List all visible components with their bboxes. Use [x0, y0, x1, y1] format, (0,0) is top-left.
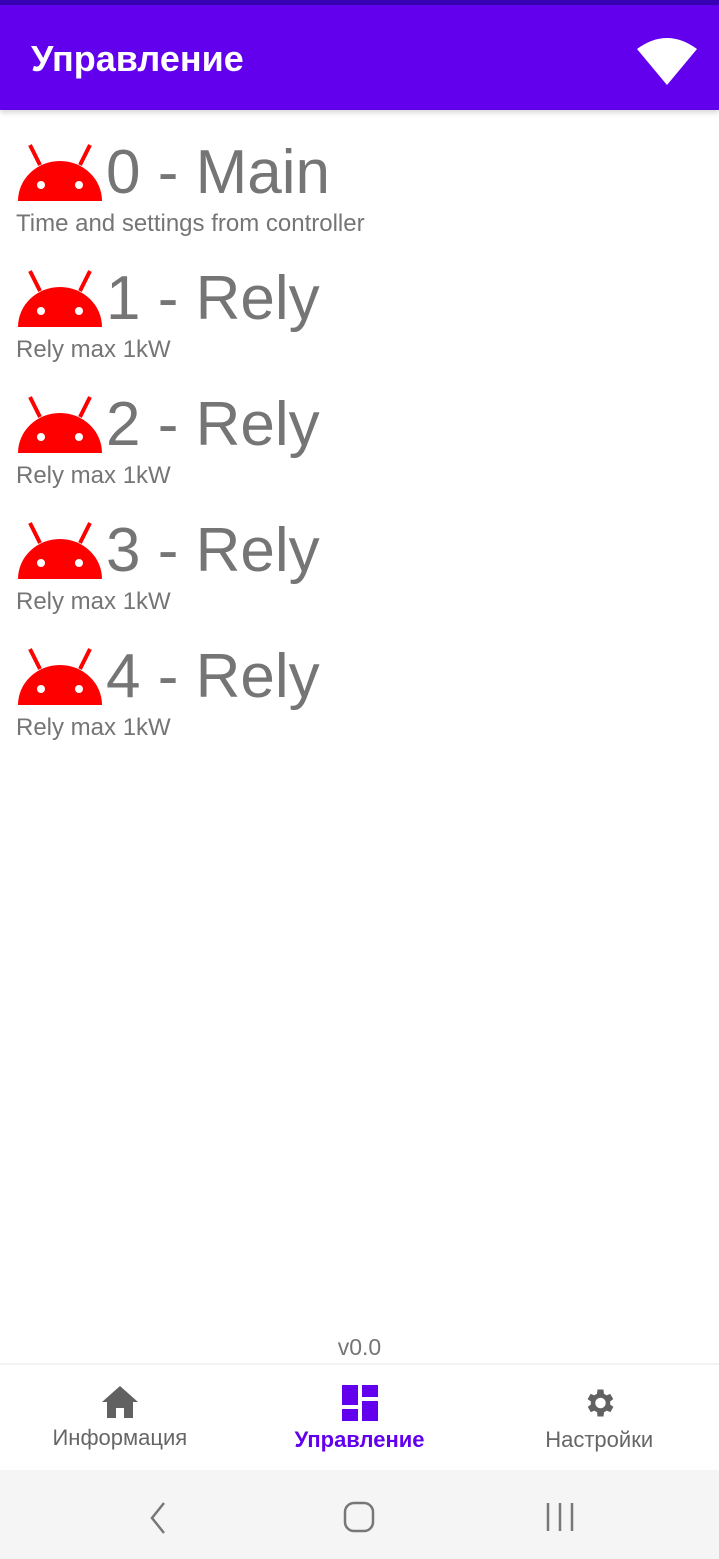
- list-item[interactable]: 3 - Rely Rely max 1kW: [16, 516, 706, 616]
- android-icon: [18, 522, 102, 579]
- app-bar: Управление: [0, 5, 719, 110]
- wifi-icon[interactable]: [637, 35, 697, 85]
- dashboard-icon: [341, 1385, 378, 1421]
- version-label: v0.0: [337, 1334, 382, 1360]
- page-title: Управление: [31, 38, 244, 79]
- item-header: 2 - Rely: [16, 390, 706, 460]
- bottom-navigation: Информация Управление Настройки: [0, 1363, 719, 1470]
- list-item[interactable]: 2 - Rely Rely max 1kW: [16, 390, 706, 490]
- tab-label: Управление: [294, 1427, 425, 1452]
- list-item[interactable]: 4 - Rely Rely max 1kW: [16, 642, 706, 742]
- home-button-icon[interactable]: [342, 1500, 376, 1534]
- item-title: 0 - Main: [106, 138, 330, 207]
- android-icon: [18, 144, 102, 201]
- home-icon: [101, 1386, 138, 1418]
- item-header: 1 - Rely: [16, 264, 706, 334]
- gear-icon: [587, 1389, 614, 1417]
- item-header: 3 - Rely: [16, 516, 706, 586]
- list-item[interactable]: 0 - Main Time and settings from controll…: [16, 138, 706, 238]
- item-title: 3 - Rely: [106, 516, 320, 585]
- recents-icon[interactable]: [544, 1500, 576, 1534]
- tab-control[interactable]: Управление: [240, 1365, 480, 1470]
- tab-information[interactable]: Информация: [0, 1365, 240, 1470]
- tab-label: Настройки: [545, 1427, 654, 1452]
- list-item[interactable]: 1 - Rely Rely max 1kW: [16, 264, 706, 364]
- android-icon: [18, 270, 102, 327]
- item-description: Rely max 1kW: [16, 336, 171, 363]
- item-description: Time and settings from controller: [16, 210, 365, 237]
- item-title: 4 - Rely: [106, 642, 320, 711]
- item-header: 4 - Rely: [16, 642, 706, 712]
- item-header: 0 - Main: [16, 138, 706, 208]
- item-description: Rely max 1kW: [16, 714, 171, 741]
- item-title: 2 - Rely: [106, 390, 320, 459]
- android-icon: [18, 396, 102, 453]
- android-icon: [18, 648, 102, 705]
- item-title: 1 - Rely: [106, 264, 320, 333]
- back-icon[interactable]: [146, 1500, 170, 1536]
- item-description: Rely max 1kW: [16, 462, 171, 489]
- item-description: Rely max 1kW: [16, 588, 171, 615]
- tab-label: Информация: [52, 1425, 188, 1450]
- system-navigation-bar: [0, 1470, 719, 1559]
- tab-settings[interactable]: Настройки: [479, 1365, 719, 1470]
